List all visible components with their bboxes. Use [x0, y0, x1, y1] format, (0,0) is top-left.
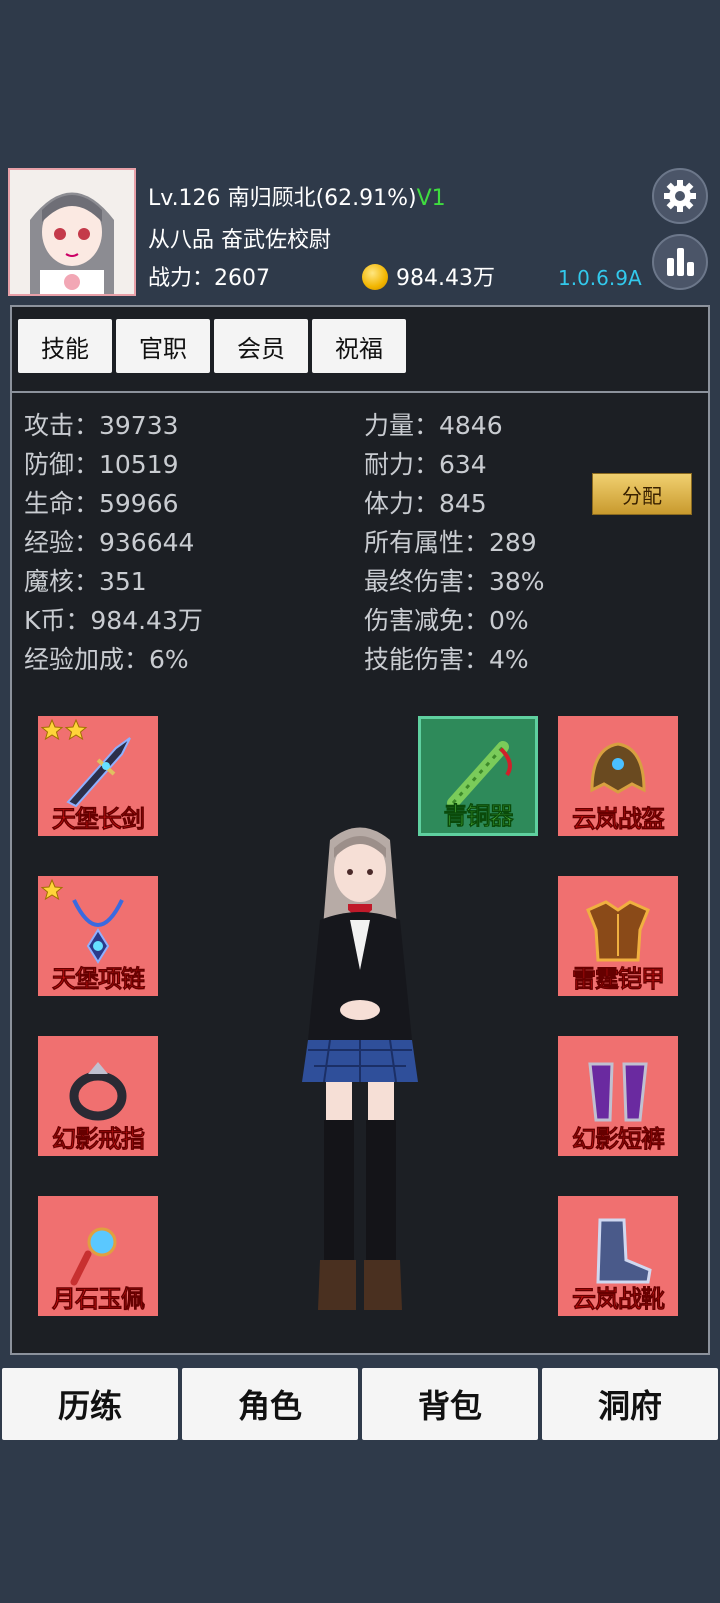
equip-name: 云岚战盔 [572, 805, 666, 834]
helmet-icon [590, 742, 646, 794]
equip-name: 幻影戒指 [52, 1125, 146, 1154]
stat-damage-reduction: 伤害减免：0% [364, 606, 529, 635]
stat-skill-damage: 技能伤害：4% [364, 645, 529, 674]
equip-slot-necklace[interactable]: 天堡项链 [38, 876, 158, 996]
equip-slot-ring[interactable]: 幻影戒指 [38, 1036, 158, 1156]
tab-blessing[interactable]: 祝福 [312, 319, 406, 373]
star-rating [40, 878, 64, 902]
stats-button[interactable] [652, 234, 708, 290]
star-icon [40, 878, 64, 901]
equip-name: 天堡长剑 [52, 805, 146, 834]
equip-name: 青铜器 [443, 802, 514, 831]
equip-slot-pants[interactable]: 幻影短裤 [558, 1036, 678, 1156]
gear-icon [664, 180, 696, 212]
nav-training[interactable]: 历练 [2, 1368, 178, 1440]
stat-hp: 生命：59966 [24, 489, 179, 518]
tab-skills[interactable]: 技能 [18, 319, 112, 373]
allocate-button[interactable]: 分配 [592, 473, 692, 515]
player-level: Lv.126 [148, 186, 221, 211]
greaves-icon [588, 1062, 648, 1122]
stat-all-attributes: 所有属性：289 [364, 528, 537, 557]
equip-slot-boots[interactable]: 云岚战靴 [558, 1196, 678, 1316]
stat-strength: 力量：4846 [364, 411, 503, 440]
player-name: 南归顾北(62.91%) [227, 186, 417, 211]
vip-badge[interactable]: V1 [417, 186, 446, 211]
tab-membership[interactable]: 会员 [214, 319, 308, 373]
equip-slot-helmet[interactable]: 云岚战盔 [558, 716, 678, 836]
equip-name: 雷霆铠甲 [572, 965, 666, 994]
stat-k-coin: K币：984.43万 [24, 606, 203, 635]
version-label: 1.0.6.9A [558, 266, 642, 290]
stat-exp: 经验：936644 [24, 528, 195, 557]
character-model [302, 827, 418, 1310]
equip-slot-pendant[interactable]: 月石玉佩 [38, 1196, 158, 1316]
sword-icon [66, 737, 131, 808]
equip-name: 天堡项链 [52, 965, 146, 994]
stat-endurance: 耐力：634 [364, 450, 487, 479]
stat-attack: 攻击：39733 [24, 411, 179, 440]
nav-backpack[interactable]: 背包 [362, 1368, 538, 1440]
player-level-name: Lv.126 南归顾北(62.91%)V1 [148, 180, 446, 212]
stat-stamina: 体力：845 [364, 489, 487, 518]
settings-button[interactable] [652, 168, 708, 224]
ring-icon [69, 1062, 127, 1121]
equip-slot-armor[interactable]: 雷霆铠甲 [558, 876, 678, 996]
power-label: 战力： [148, 266, 215, 291]
equip-slot-weapon[interactable]: 天堡长剑 [38, 716, 158, 836]
equip-slot-artifact[interactable]: 青铜器 [418, 716, 538, 836]
stat-magic-core: 魔核：351 [24, 567, 147, 596]
stat-exp-bonus: 经验加成：6% [24, 645, 189, 674]
necklace-icon [72, 899, 124, 964]
jade-pendant-icon [70, 1227, 117, 1286]
player-avatar[interactable] [8, 168, 136, 296]
tab-official-post[interactable]: 官职 [116, 319, 210, 373]
equip-name: 幻影短裤 [572, 1125, 666, 1154]
nav-character[interactable]: 角色 [182, 1368, 358, 1440]
star-rating [40, 718, 88, 742]
stat-final-damage: 最终伤害：38% [364, 567, 545, 596]
gold-coin-icon [362, 264, 388, 290]
bar-chart-icon [667, 248, 694, 276]
stat-defense: 防御：10519 [24, 450, 179, 479]
star-icon [64, 718, 88, 741]
power-value: 2607 [214, 266, 271, 291]
avatar-portrait-icon [10, 170, 134, 294]
star-icon [40, 718, 64, 741]
equip-name: 月石玉佩 [52, 1285, 146, 1314]
nav-cave-abode[interactable]: 洞府 [542, 1368, 718, 1440]
gold-amount: 984.43万 [396, 266, 495, 291]
boots-icon [596, 1218, 652, 1284]
equip-name: 云岚战靴 [572, 1285, 666, 1314]
rank-title: 从八品 奋武佐校尉 [148, 228, 331, 253]
armor-icon [586, 900, 650, 962]
power-display: 战力：2607 [148, 260, 270, 292]
